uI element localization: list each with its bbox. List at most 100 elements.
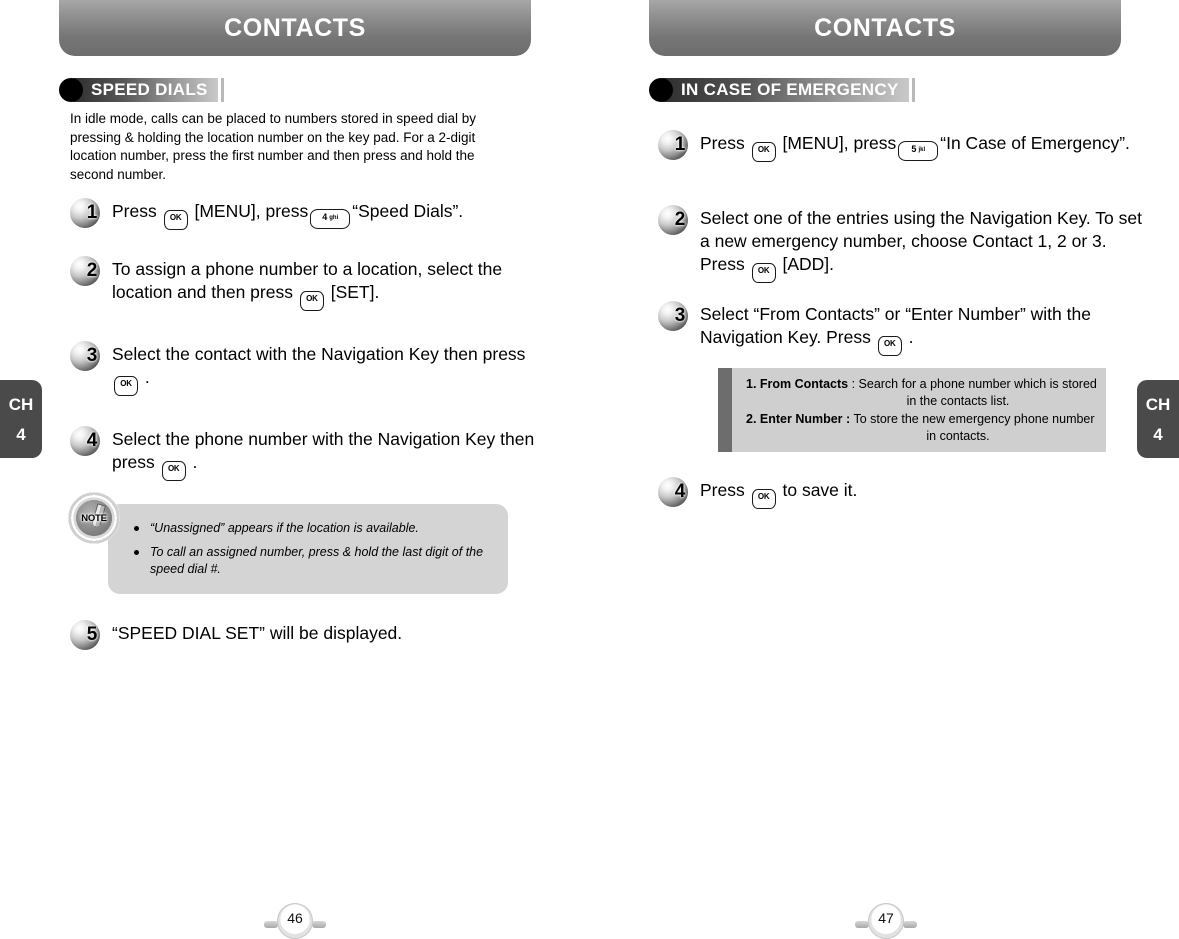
- left-step-1-text-c: “Speed Dials”.: [352, 201, 464, 221]
- left-step-4-text-b: .: [192, 452, 198, 472]
- right-page-title: CONTACTS: [814, 13, 956, 42]
- ok-key-icon: OK: [299, 291, 324, 311]
- info-box-accent-bar: [718, 368, 732, 452]
- ok-key-icon: OK: [114, 376, 138, 396]
- step-number: 1: [86, 202, 98, 223]
- digit-key-5-digit: 5: [911, 144, 917, 154]
- left-step-3-text-b: .: [144, 367, 150, 387]
- step-number: 2: [86, 260, 98, 281]
- left-step-4: 4 Select the phone number with the Navig…: [70, 426, 540, 481]
- right-step-1: 1 Press OK [MENU], press 5 jkl “In Case of …: [658, 130, 1138, 162]
- note-box: “Unassigned” appears if the location is …: [108, 504, 508, 594]
- note-item-text: “Unassigned” appears if the location is …: [150, 521, 419, 535]
- page-number-right-value: 47: [868, 903, 904, 939]
- left-page-header: CONTACTS: [59, 0, 531, 56]
- left-step-2-text: To assign a phone number to a location, …: [112, 256, 540, 311]
- ok-key-icon: OK: [877, 336, 902, 356]
- note-badge-label: NOTE: [81, 512, 107, 524]
- ok-key-icon: OK: [163, 210, 188, 230]
- left-step-5-text: “SPEED DIAL SET” will be displayed.: [112, 623, 403, 643]
- info-box-wrapper: 1. From Contacts : Search for a phone nu…: [718, 368, 1106, 452]
- left-step-2-text-b: [SET].: [330, 282, 380, 302]
- right-step-4: 4 Press OK to save it.: [658, 477, 1148, 509]
- section-bullet-icon: [649, 78, 673, 102]
- step-number: 3: [86, 345, 98, 366]
- left-step-1-text: Press OK [MENU], press 4 ghi “Speed Dials”.: [112, 198, 463, 230]
- right-step-3-text-b: .: [908, 327, 914, 347]
- right-step-1-text-b: [MENU], press: [782, 133, 897, 153]
- info-row-continuation: in contacts.: [926, 428, 990, 443]
- page-number-wing-right-icon: [312, 921, 326, 928]
- step-number-badge: 3: [70, 341, 106, 371]
- ok-key-icon: OK: [751, 142, 776, 162]
- bullet-icon: [134, 526, 139, 531]
- right-step-4-text: Press OK to save it.: [700, 477, 857, 509]
- left-step-1-text-a: Press: [112, 201, 157, 221]
- step-number-badge: 2: [658, 205, 694, 235]
- left-section-title: SPEED DIALS: [73, 78, 221, 102]
- info-row-label: 2. Enter Number :: [746, 412, 851, 426]
- left-step-3-text-a: Select the contact with the Navigation K…: [112, 344, 526, 364]
- right-section-title: IN CASE OF EMERGENCY: [663, 78, 912, 102]
- note-item-text: To call an assigned number, press & hold…: [150, 545, 484, 576]
- left-step-1-text-b: [MENU], press: [194, 201, 309, 221]
- digit-key-5-letters: jkl: [918, 147, 926, 153]
- info-row-separator: :: [848, 377, 859, 391]
- digit-key-4-icon: 4 ghi: [310, 209, 351, 229]
- page-number-right: 47: [855, 903, 917, 939]
- right-step-3-text: Select “From Contacts” or “Enter Number”…: [700, 301, 1148, 356]
- right-page-header: CONTACTS: [649, 0, 1121, 56]
- right-step-2-text-b: [ADD].: [782, 254, 835, 274]
- page-number-left-value: 46: [277, 903, 313, 939]
- note-list: “Unassigned” appears if the location is …: [134, 520, 492, 578]
- step-number-badge: 4: [70, 426, 106, 456]
- info-row-label: 1. From Contacts: [746, 377, 849, 391]
- left-page: CONTACTS SPEED DIALS In idle mode, calls…: [50, 0, 590, 935]
- note-list-item: To call an assigned number, press & hold…: [134, 544, 492, 578]
- step-number-badge: 3: [658, 301, 694, 331]
- left-step-2: 2 To assign a phone number to a location…: [70, 256, 540, 311]
- left-step-3: 3 Select the contact with the Navigation…: [70, 341, 540, 396]
- step-number: 4: [86, 430, 98, 451]
- bullet-icon: [134, 550, 139, 555]
- step-number-badge: 4: [658, 477, 694, 507]
- step-number: 3: [674, 305, 686, 326]
- info-row: 2. Enter Number : To store the new emerg…: [746, 411, 1100, 444]
- note-badge-icon: NOTE: [68, 492, 120, 544]
- step-number-badge: 2: [70, 256, 106, 286]
- info-row-continuation: in the contacts list.: [906, 393, 1010, 408]
- right-step-1-text: Press OK [MENU], press 5 jkl “In Case of Em…: [700, 130, 1130, 162]
- left-step-1: 1 Press OK [MENU], press 4 ghi “Speed Dials…: [70, 198, 540, 230]
- right-step-1-text-a: Press: [700, 133, 745, 153]
- right-step-4-text-b: to save it.: [782, 480, 858, 500]
- page-number-wing-left-icon: [855, 921, 869, 928]
- step-number-badge: 1: [70, 198, 106, 228]
- chapter-tab-left: CH 4: [0, 380, 42, 458]
- left-step-3-text: Select the contact with the Navigation K…: [112, 341, 540, 396]
- ok-key-icon: OK: [751, 263, 776, 283]
- right-step-3: 3 Select “From Contacts” or “Enter Numbe…: [658, 301, 1148, 356]
- step-number: 4: [674, 481, 686, 502]
- right-step-2: 2 Select one of the entries using the Na…: [658, 205, 1148, 283]
- right-step-2-text: Select one of the entries using the Navi…: [700, 205, 1148, 283]
- page-number-wing-left-icon: [264, 921, 278, 928]
- step-number-badge: 5: [70, 620, 106, 650]
- left-step-5: 5 “SPEED DIAL SET” will be displayed.: [70, 620, 540, 650]
- right-step-1-text-c: “In Case of Emergency”.: [940, 133, 1130, 153]
- ok-key-icon: OK: [751, 489, 776, 509]
- info-box: 1. From Contacts : Search for a phone nu…: [732, 368, 1106, 452]
- chapter-tab-left-letters: CH: [8, 394, 34, 414]
- left-intro-paragraph: In idle mode, calls can be placed to num…: [70, 111, 476, 182]
- ok-key-icon: OK: [161, 461, 186, 481]
- chapter-tab-left-number: 4: [16, 424, 26, 444]
- right-step-4-text-a: Press: [700, 480, 745, 500]
- step-number: 5: [86, 624, 98, 645]
- info-row: 1. From Contacts : Search for a phone nu…: [746, 376, 1100, 409]
- page-number-wing-right-icon: [903, 921, 917, 928]
- right-section-heading: IN CASE OF EMERGENCY: [649, 78, 912, 102]
- note-badge-inner: NOTE: [76, 500, 112, 536]
- step-number: 1: [674, 134, 686, 155]
- digit-key-4-digit: 4: [322, 212, 328, 222]
- section-bullet-icon: [59, 78, 83, 102]
- left-step-4-text: Select the phone number with the Navigat…: [112, 426, 540, 481]
